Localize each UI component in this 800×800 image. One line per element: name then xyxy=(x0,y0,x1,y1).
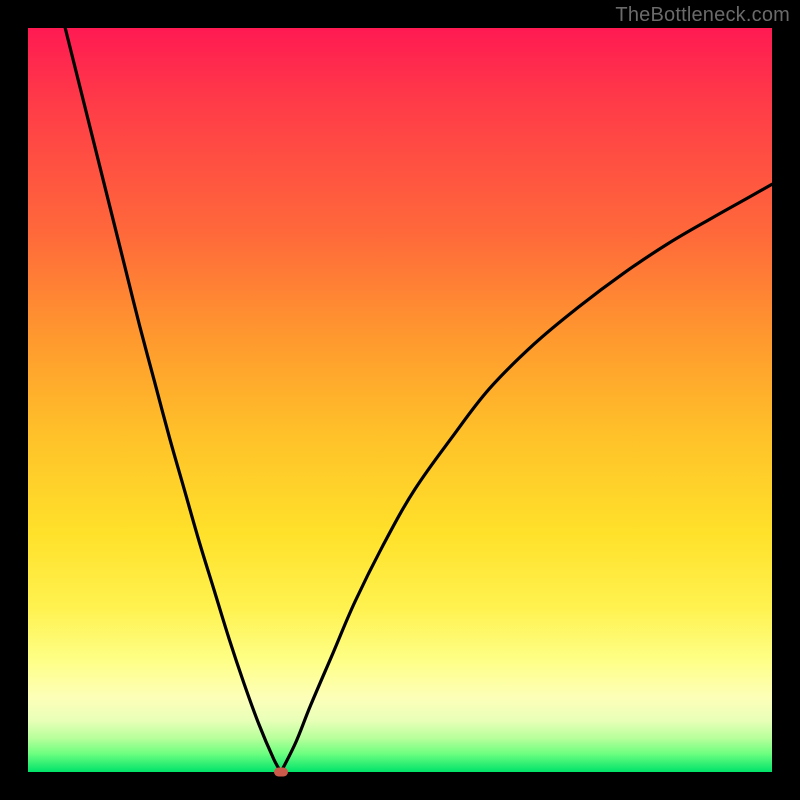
plot-area xyxy=(28,28,772,772)
optimal-point-marker xyxy=(274,768,288,777)
curve-right-branch xyxy=(281,184,772,772)
watermark-text: TheBottleneck.com xyxy=(615,4,790,27)
bottleneck-curve xyxy=(28,28,772,772)
curve-left-branch xyxy=(65,28,281,772)
chart-frame: TheBottleneck.com xyxy=(0,0,800,800)
